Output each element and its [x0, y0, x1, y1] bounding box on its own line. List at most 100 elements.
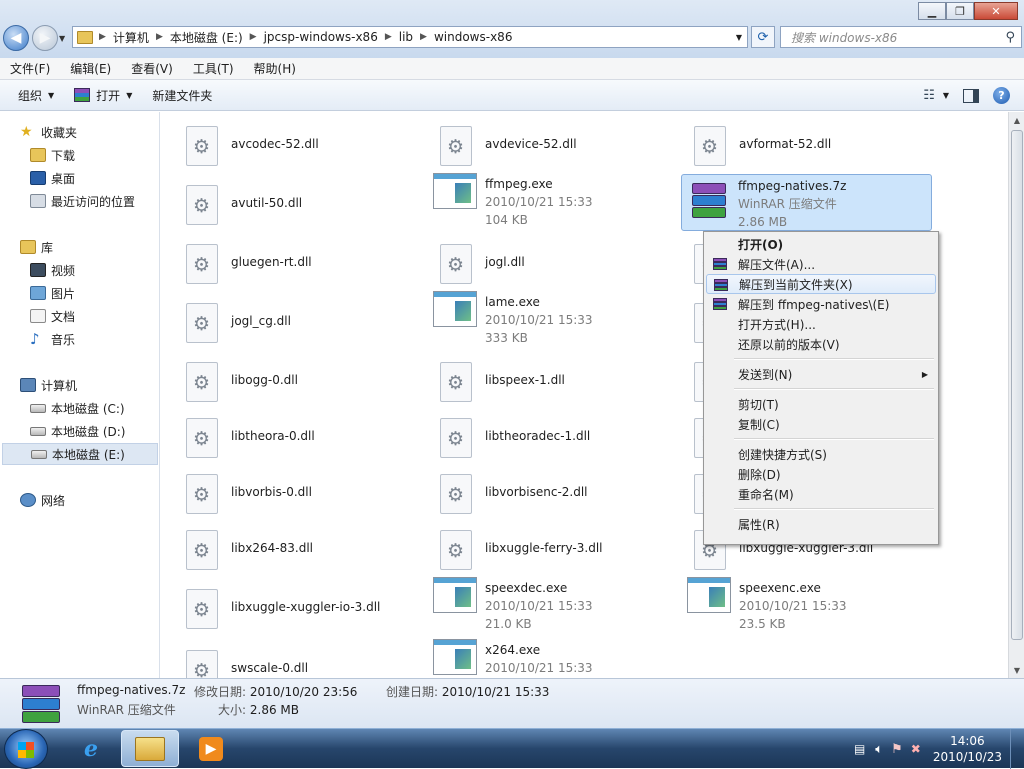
scroll-thumb[interactable]: [1011, 130, 1023, 640]
menu-item-extract-here[interactable]: 解压到当前文件夹(X): [706, 274, 936, 294]
menu-item-properties[interactable]: 属性(R): [706, 514, 936, 534]
file-item[interactable]: speexenc.exe 2010/10/21 15:33 23.5 KB: [687, 577, 847, 633]
file-item[interactable]: avformat-52.dll: [694, 126, 831, 166]
file-item[interactable]: avdevice-52.dll: [440, 126, 577, 166]
tray-network-icon[interactable]: ▤: [854, 742, 865, 756]
sidebar-item-computer[interactable]: 计算机: [20, 374, 77, 396]
menu-item-restore-versions[interactable]: 还原以前的版本(V): [706, 334, 936, 354]
taskbar-media-player-button[interactable]: ▶: [182, 730, 240, 767]
chevron-down-icon[interactable]: ▼: [731, 33, 747, 42]
sidebar-item-pictures[interactable]: 图片: [30, 282, 75, 304]
file-item[interactable]: swscale-0.dll: [186, 650, 308, 678]
preview-pane-button[interactable]: [963, 88, 979, 103]
sidebar-item-music[interactable]: ♪ 音乐: [30, 328, 75, 350]
file-item[interactable]: libtheora-0.dll: [186, 418, 315, 458]
file-item[interactable]: jogl_cg.dll: [186, 303, 291, 343]
volume-icon[interactable]: 🔈︎: [875, 742, 883, 757]
open-button[interactable]: 打开 ▼: [64, 83, 142, 107]
sidebar-item-desktop[interactable]: 桌面: [30, 167, 75, 189]
chevron-right-icon[interactable]: ▶: [418, 32, 429, 42]
minimize-button[interactable]: ▁: [918, 2, 946, 20]
file-item-selected[interactable]: ffmpeg-natives.7z WinRAR 压缩文件 2.86 MB: [681, 174, 932, 231]
file-item[interactable]: libvorbis-0.dll: [186, 474, 312, 514]
file-item[interactable]: libxuggle-xuggler-io-3.dll: [186, 589, 380, 629]
sidebar-item-documents[interactable]: 文档: [30, 305, 75, 327]
file-name: x264.exe: [485, 643, 541, 657]
menu-item-create-shortcut[interactable]: 创建快捷方式(S): [706, 444, 936, 464]
tray-network-disconnected-icon[interactable]: ✖: [911, 742, 921, 756]
file-item[interactable]: libtheoradec-1.dll: [440, 418, 590, 458]
sidebar-item-favorites[interactable]: ★ 收藏夹: [20, 121, 77, 143]
recent-pages-dropdown[interactable]: ▼: [59, 34, 65, 43]
file-item[interactable]: libogg-0.dll: [186, 362, 298, 402]
menu-view[interactable]: 查看(V): [121, 60, 183, 77]
show-desktop-button[interactable]: [1010, 729, 1020, 769]
dll-file-icon: [440, 362, 472, 402]
file-item[interactable]: lame.exe 2010/10/21 15:33 333 KB: [433, 291, 593, 347]
close-button[interactable]: ✕: [974, 2, 1018, 20]
file-item[interactable]: libspeex-1.dll: [440, 362, 565, 402]
search-icon[interactable]: ⚲: [1005, 30, 1015, 45]
menu-item-open-with[interactable]: 打开方式(H)...: [706, 314, 936, 334]
file-item[interactable]: jogl.dll: [440, 244, 525, 284]
taskbar-ie-button[interactable]: e: [62, 730, 120, 767]
menu-item-send-to[interactable]: 发送到(N) ▶: [706, 364, 936, 384]
breadcrumb-lib[interactable]: lib: [394, 30, 418, 44]
breadcrumb-drive-e[interactable]: 本地磁盘 (E:): [165, 29, 248, 46]
menu-item-rename[interactable]: 重命名(M): [706, 484, 936, 504]
sidebar-item-videos[interactable]: 视频: [30, 259, 75, 281]
file-item[interactable]: libvorbisenc-2.dll: [440, 474, 588, 514]
file-item[interactable]: avcodec-52.dll: [186, 126, 319, 166]
sidebar-item-libraries[interactable]: 库: [20, 236, 53, 258]
breadcrumb-windows-x86[interactable]: windows-x86: [429, 30, 517, 44]
menu-edit[interactable]: 编辑(E): [60, 60, 121, 77]
menu-help[interactable]: 帮助(H): [244, 60, 306, 77]
sidebar-item-drive-d[interactable]: 本地磁盘 (D:): [30, 420, 125, 442]
menu-item-extract-files[interactable]: 解压文件(A)...: [706, 254, 936, 274]
menu-item-cut[interactable]: 剪切(T): [706, 394, 936, 414]
file-item[interactable]: libxuggle-ferry-3.dll: [440, 530, 603, 570]
sidebar-item-network[interactable]: 网络: [20, 489, 65, 511]
scroll-down-button[interactable]: ▼: [1009, 662, 1024, 678]
file-item[interactable]: x264.exe 2010/10/21 15:33: [433, 639, 593, 677]
search-input[interactable]: 搜索 windows-x86 ⚲: [780, 26, 1022, 48]
chevron-right-icon[interactable]: ▶: [97, 32, 108, 42]
clock[interactable]: 14:06 2010/10/23: [933, 733, 1002, 765]
menu-file[interactable]: 文件(F): [0, 60, 60, 77]
address-bar[interactable]: ▶ 计算机 ▶ 本地磁盘 (E:) ▶ jpcsp-windows-x86 ▶ …: [72, 26, 748, 48]
sidebar-item-downloads[interactable]: 下载: [30, 144, 75, 166]
organize-button[interactable]: 组织 ▼: [8, 83, 64, 107]
menu-tools[interactable]: 工具(T): [183, 60, 244, 77]
scroll-up-button[interactable]: ▲: [1009, 112, 1024, 128]
sidebar-item-drive-c[interactable]: 本地磁盘 (C:): [30, 397, 125, 419]
file-item[interactable]: ffmpeg.exe 2010/10/21 15:33 104 KB: [433, 173, 593, 229]
vertical-scrollbar[interactable]: ▲ ▼: [1008, 112, 1024, 678]
menu-item-open[interactable]: 打开(O): [706, 234, 936, 254]
menu-item-delete[interactable]: 删除(D): [706, 464, 936, 484]
maximize-button[interactable]: ❐: [946, 2, 974, 20]
tray-flag-icon[interactable]: ⚑: [891, 742, 903, 757]
dll-file-icon: [440, 126, 472, 166]
view-options-button[interactable]: ☷ ▼: [923, 88, 949, 103]
sidebar-item-drive-e[interactable]: 本地磁盘 (E:): [2, 443, 158, 465]
breadcrumb-computer[interactable]: 计算机: [108, 29, 154, 46]
new-folder-button[interactable]: 新建文件夹: [142, 83, 222, 107]
chevron-right-icon[interactable]: ▶: [154, 32, 165, 42]
help-icon[interactable]: ?: [993, 87, 1010, 104]
chevron-right-icon[interactable]: ▶: [383, 32, 394, 42]
taskbar-explorer-button[interactable]: [121, 730, 179, 767]
file-item[interactable]: libx264-83.dll: [186, 530, 313, 570]
back-button[interactable]: ◀: [3, 25, 29, 51]
file-item[interactable]: avutil-50.dll: [186, 185, 302, 225]
start-button[interactable]: [4, 729, 48, 769]
dll-file-icon: [186, 418, 218, 458]
sidebar-item-recent[interactable]: 最近访问的位置: [30, 190, 135, 212]
file-item[interactable]: gluegen-rt.dll: [186, 244, 312, 284]
breadcrumb-jpcsp[interactable]: jpcsp-windows-x86: [259, 30, 383, 44]
forward-button[interactable]: ▶: [32, 25, 58, 51]
menu-item-copy[interactable]: 复制(C): [706, 414, 936, 434]
menu-item-extract-to-folder[interactable]: 解压到 ffmpeg-natives\(E): [706, 294, 936, 314]
refresh-button[interactable]: ⟳: [751, 26, 775, 48]
chevron-right-icon[interactable]: ▶: [248, 32, 259, 42]
file-item[interactable]: speexdec.exe 2010/10/21 15:33 21.0 KB: [433, 577, 593, 633]
